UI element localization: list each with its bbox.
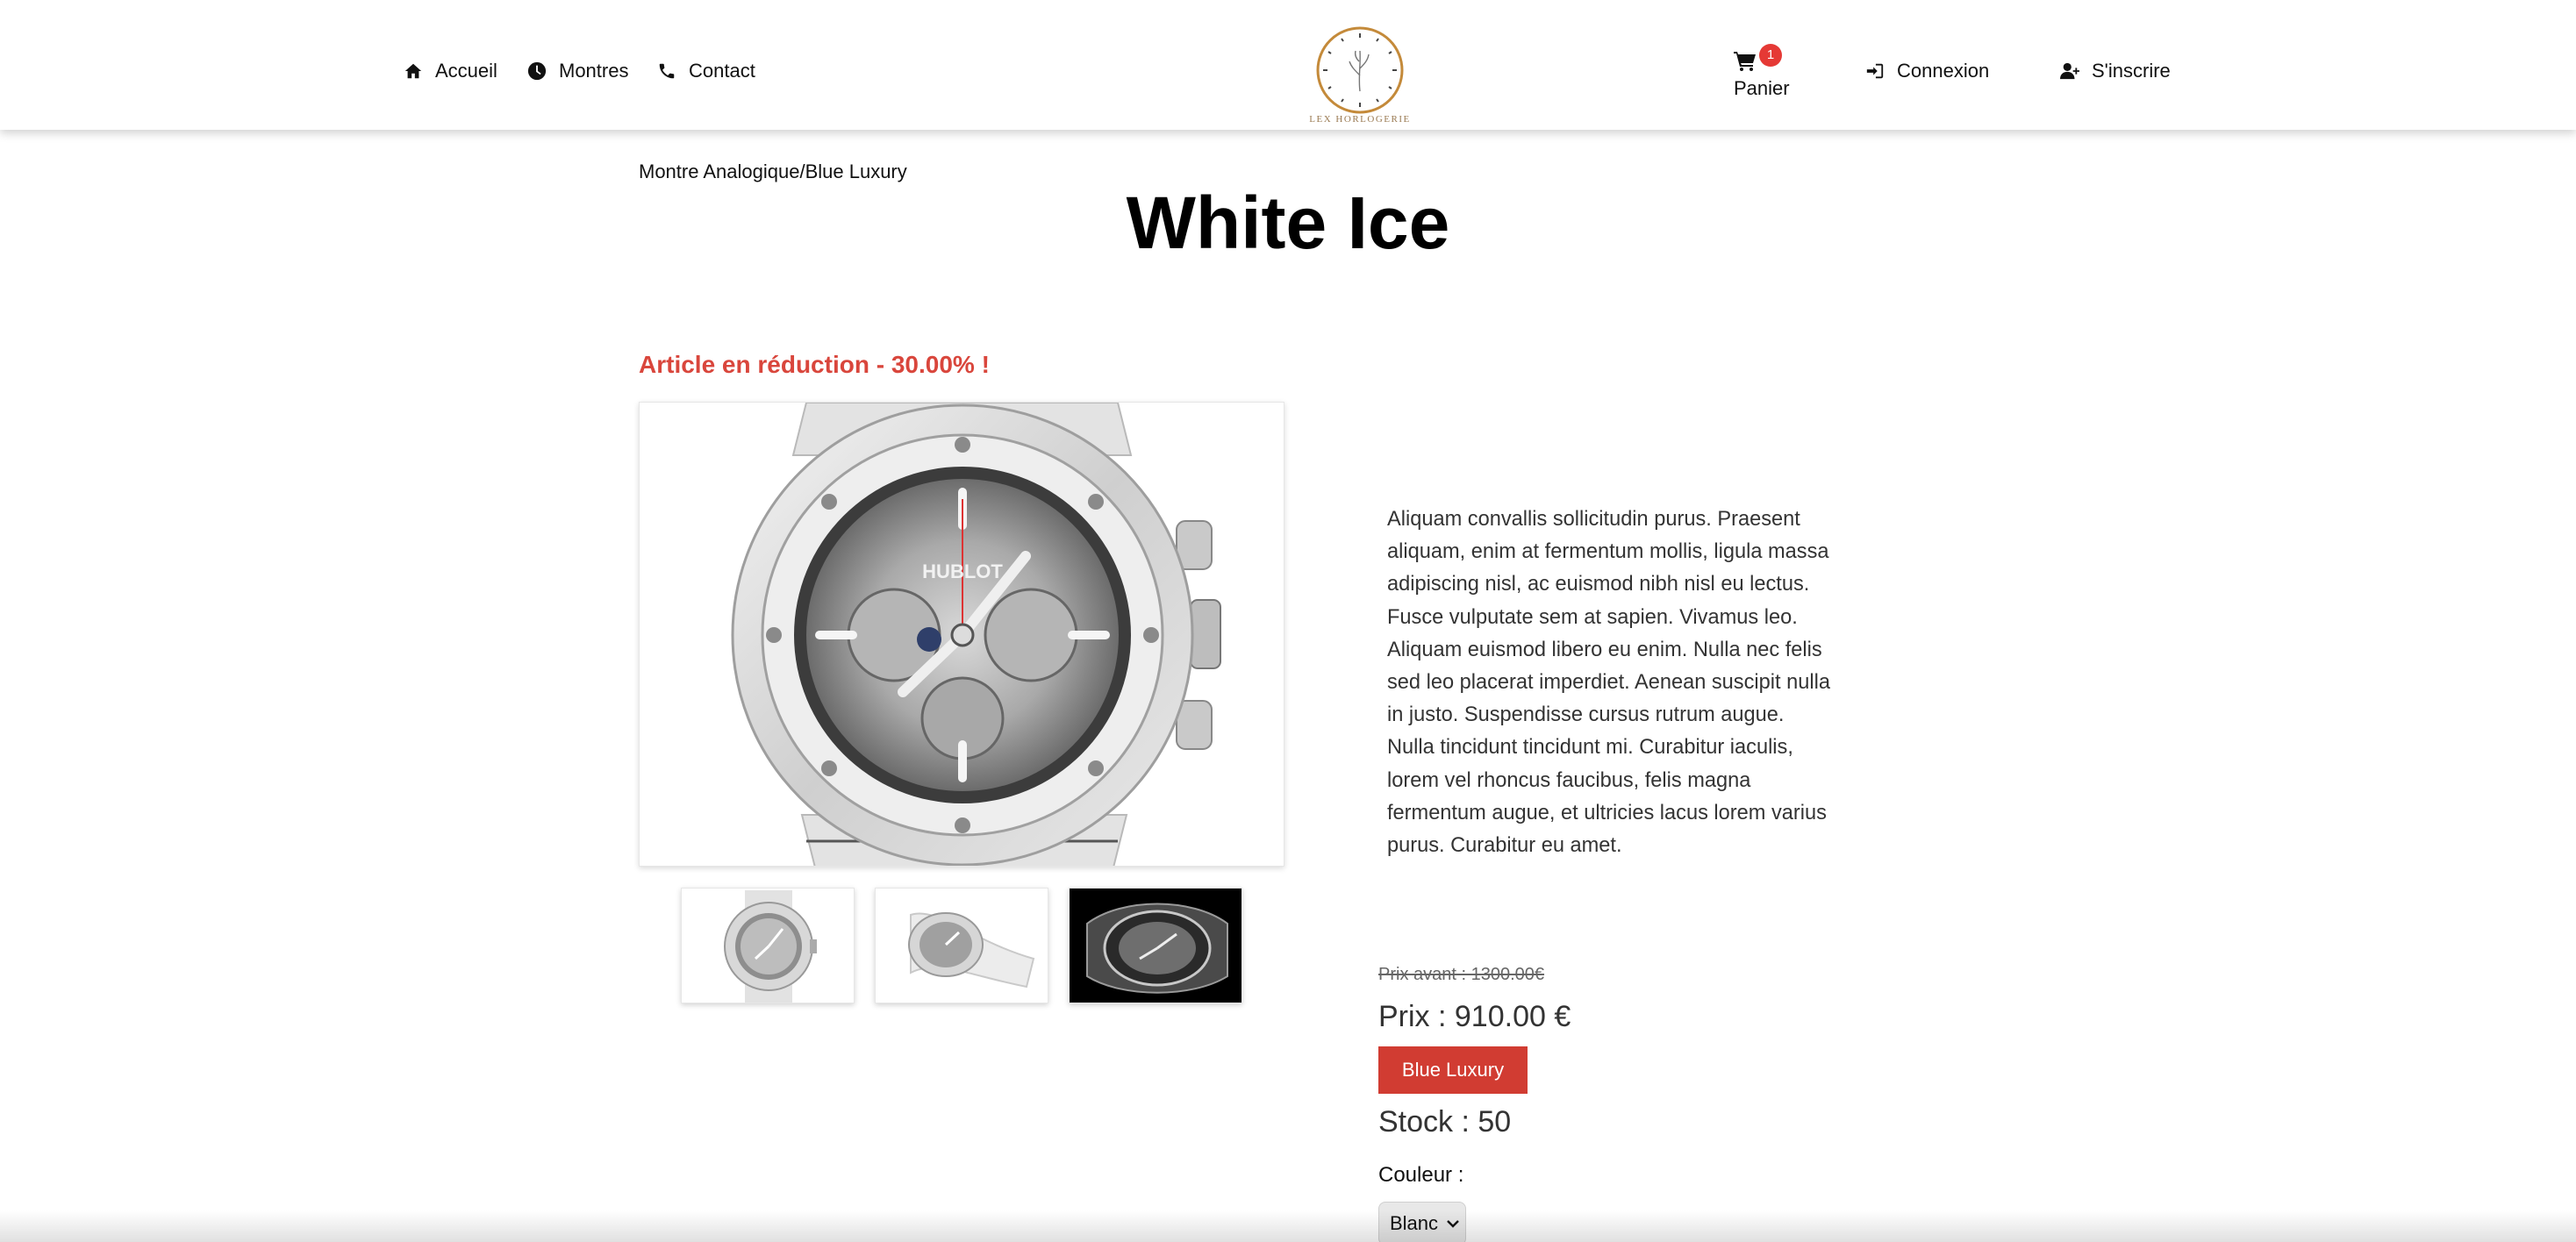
nav-montres[interactable]: Montres [527,60,628,82]
thumbnail-angle[interactable] [1069,888,1242,1003]
home-icon [404,63,422,79]
site-logo[interactable]: LEX HORLOGERIE [1306,23,1414,125]
thumbnail-front[interactable] [681,888,855,1003]
color-select[interactable]: Blanc [1378,1202,1466,1242]
site-header: Accueil Montres Contact LEX HORLOGERIE 1… [0,0,2576,130]
signup-link[interactable]: S'inscrire [2060,60,2171,82]
signup-label: S'inscrire [2092,60,2171,82]
old-price: Prix avant : 1300.00€ [1378,965,1545,984]
nav-accueil-label: Accueil [435,60,497,82]
watch-brand-text: HUBLOT [922,560,1003,582]
thumbnail-side[interactable] [875,888,1048,1003]
nav-contact-label: Contact [689,60,755,82]
stock-count: Stock : 50 [1378,1105,1512,1138]
user-plus-icon [2060,62,2079,80]
nav-contact[interactable]: Contact [657,60,755,82]
product-description: Aliquam convallis sollicitudin purus. Pr… [1387,508,1830,858]
page-title: White Ice [1126,182,1450,264]
cart-button[interactable]: 1 Panier [1734,44,1804,105]
login-label: Connexion [1897,60,1990,82]
cart-icon [1734,52,1756,71]
cart-count-badge: 1 [1759,44,1782,67]
brand-button[interactable]: Blue Luxury [1378,1046,1528,1094]
main-product-image[interactable]: HUBLOT [639,402,1284,867]
clock-icon [527,61,547,81]
login-link[interactable]: Connexion [1865,60,1989,82]
current-price: Prix : 910.00 € [1378,1000,1571,1033]
bottom-shadow [0,1210,2576,1242]
phone-icon [659,63,675,79]
sign-in-icon [1866,63,1884,79]
nav-montres-label: Montres [559,60,629,82]
discount-banner: Article en réduction - 30.00% ! [639,351,990,378]
logo-text: LEX HORLOGERIE [1309,114,1410,125]
cart-label: Panier [1734,77,1790,99]
nav-accueil[interactable]: Accueil [404,60,497,82]
color-label: Couleur : [1378,1163,1464,1187]
chevron-down-icon [1447,1220,1459,1228]
color-select-value: Blanc [1390,1212,1439,1234]
